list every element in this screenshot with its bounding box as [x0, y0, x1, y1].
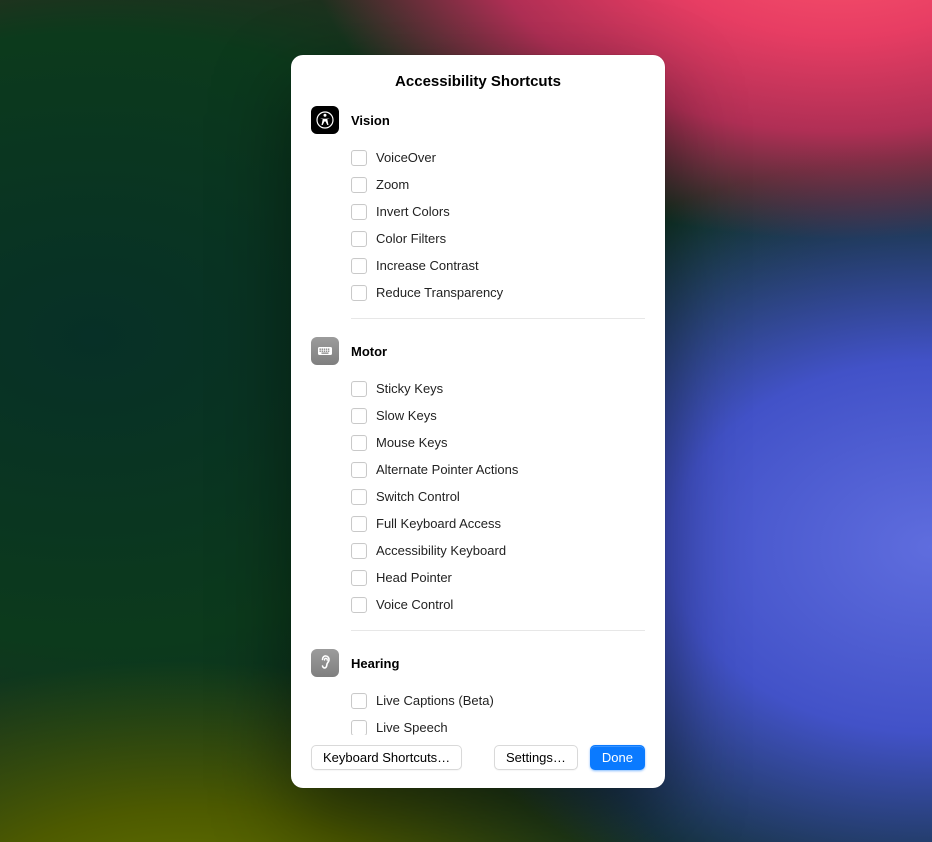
- option-label: Mouse Keys: [376, 435, 448, 450]
- dialog-content: Vision VoiceOver Zoom Invert Colors Colo…: [291, 106, 665, 735]
- option-color-filters[interactable]: Color Filters: [351, 225, 645, 252]
- section-header: Motor: [311, 337, 645, 365]
- keyboard-icon: [311, 337, 339, 365]
- checkbox[interactable]: [351, 231, 367, 247]
- option-live-speech[interactable]: Live Speech: [351, 714, 645, 735]
- section-divider: [351, 630, 645, 631]
- option-head-pointer[interactable]: Head Pointer: [351, 564, 645, 591]
- option-label: Increase Contrast: [376, 258, 479, 273]
- checkbox[interactable]: [351, 204, 367, 220]
- checkbox[interactable]: [351, 150, 367, 166]
- option-label: Voice Control: [376, 597, 453, 612]
- option-list: Live Captions (Beta) Live Speech: [311, 687, 645, 735]
- dialog-title: Accessibility Shortcuts: [291, 73, 665, 90]
- checkbox[interactable]: [351, 285, 367, 301]
- section-divider: [351, 318, 645, 319]
- option-label: VoiceOver: [376, 150, 436, 165]
- section-title: Vision: [351, 113, 390, 128]
- option-label: Live Speech: [376, 720, 448, 735]
- option-voice-control[interactable]: Voice Control: [351, 591, 645, 618]
- option-label: Invert Colors: [376, 204, 450, 219]
- settings-button[interactable]: Settings…: [494, 745, 578, 770]
- option-reduce-transparency[interactable]: Reduce Transparency: [351, 279, 645, 306]
- option-accessibility-keyboard[interactable]: Accessibility Keyboard: [351, 537, 645, 564]
- option-sticky-keys[interactable]: Sticky Keys: [351, 375, 645, 402]
- keyboard-shortcuts-button[interactable]: Keyboard Shortcuts…: [311, 745, 462, 770]
- option-label: Accessibility Keyboard: [376, 543, 506, 558]
- checkbox[interactable]: [351, 489, 367, 505]
- option-full-keyboard-access[interactable]: Full Keyboard Access: [351, 510, 645, 537]
- section-header: Vision: [311, 106, 645, 134]
- section-motor: Motor Sticky Keys Slow Keys Mouse Keys A…: [311, 337, 645, 631]
- option-list: VoiceOver Zoom Invert Colors Color Filte…: [311, 144, 645, 306]
- option-label: Reduce Transparency: [376, 285, 503, 300]
- accessibility-icon: [311, 106, 339, 134]
- option-label: Slow Keys: [376, 408, 437, 423]
- option-label: Color Filters: [376, 231, 446, 246]
- option-live-captions[interactable]: Live Captions (Beta): [351, 687, 645, 714]
- option-invert-colors[interactable]: Invert Colors: [351, 198, 645, 225]
- checkbox[interactable]: [351, 177, 367, 193]
- checkbox[interactable]: [351, 597, 367, 613]
- option-label: Head Pointer: [376, 570, 452, 585]
- ear-icon: [311, 649, 339, 677]
- checkbox[interactable]: [351, 435, 367, 451]
- option-label: Zoom: [376, 177, 409, 192]
- option-increase-contrast[interactable]: Increase Contrast: [351, 252, 645, 279]
- option-alternate-pointer-actions[interactable]: Alternate Pointer Actions: [351, 456, 645, 483]
- section-vision: Vision VoiceOver Zoom Invert Colors Colo…: [311, 106, 645, 319]
- accessibility-shortcuts-dialog: Accessibility Shortcuts Vision VoiceOver…: [291, 55, 665, 788]
- option-switch-control[interactable]: Switch Control: [351, 483, 645, 510]
- section-title: Motor: [351, 344, 387, 359]
- section-title: Hearing: [351, 656, 399, 671]
- checkbox[interactable]: [351, 258, 367, 274]
- option-label: Live Captions (Beta): [376, 693, 494, 708]
- option-zoom[interactable]: Zoom: [351, 171, 645, 198]
- checkbox[interactable]: [351, 693, 367, 709]
- option-label: Sticky Keys: [376, 381, 443, 396]
- checkbox[interactable]: [351, 570, 367, 586]
- section-hearing: Hearing Live Captions (Beta) Live Speech: [311, 649, 645, 735]
- section-header: Hearing: [311, 649, 645, 677]
- option-list: Sticky Keys Slow Keys Mouse Keys Alterna…: [311, 375, 645, 618]
- option-voiceover[interactable]: VoiceOver: [351, 144, 645, 171]
- checkbox[interactable]: [351, 381, 367, 397]
- option-label: Switch Control: [376, 489, 460, 504]
- dialog-footer: Keyboard Shortcuts… Settings… Done: [291, 735, 665, 788]
- checkbox[interactable]: [351, 543, 367, 559]
- checkbox[interactable]: [351, 516, 367, 532]
- checkbox[interactable]: [351, 720, 367, 736]
- option-label: Full Keyboard Access: [376, 516, 501, 531]
- option-mouse-keys[interactable]: Mouse Keys: [351, 429, 645, 456]
- option-label: Alternate Pointer Actions: [376, 462, 518, 477]
- checkbox[interactable]: [351, 462, 367, 478]
- option-slow-keys[interactable]: Slow Keys: [351, 402, 645, 429]
- done-button[interactable]: Done: [590, 745, 645, 770]
- checkbox[interactable]: [351, 408, 367, 424]
